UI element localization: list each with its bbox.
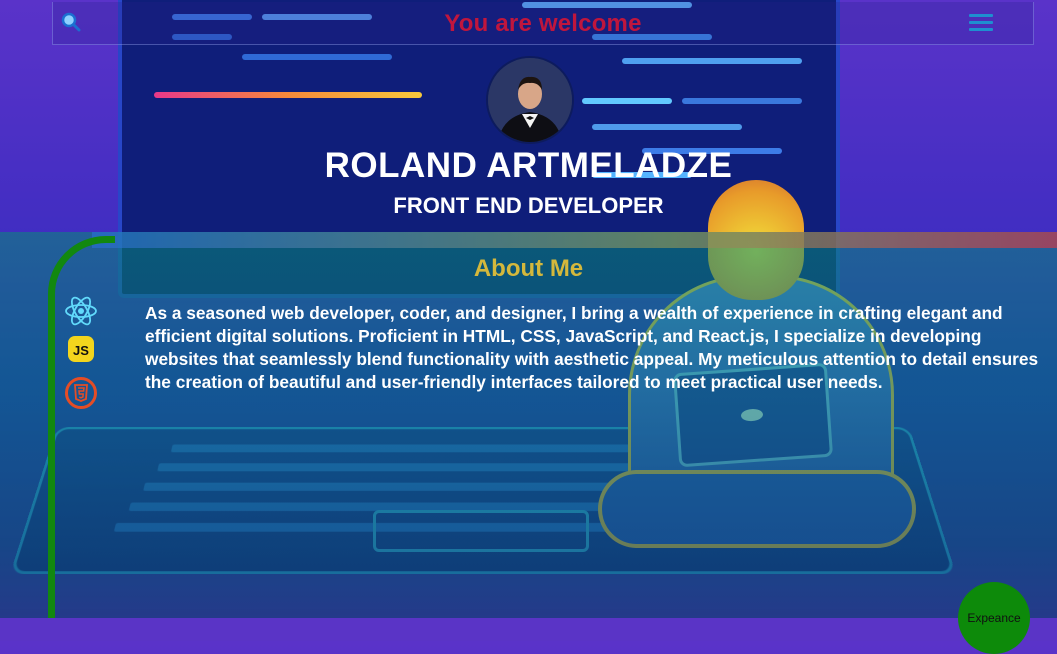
about-section-top-bar (92, 232, 1057, 248)
about-title: About Me (473, 255, 584, 282)
javascript-icon: JS (68, 336, 94, 362)
about-description: As a seasoned web developer, coder, and … (145, 303, 1039, 392)
welcome-heading: You are welcome (444, 10, 642, 37)
hamburger-menu-icon[interactable] (969, 12, 993, 34)
developer-name: ROLAND ARTMELADZE (324, 146, 733, 185)
footer-strip (0, 618, 1057, 641)
top-header: You are welcome (52, 2, 1034, 45)
about-section-background (0, 232, 1057, 618)
experience-button[interactable]: Expeance (958, 582, 1030, 654)
developer-role: FRONT END DEVELOPER (393, 193, 664, 218)
html5-icon (64, 376, 98, 410)
avatar (486, 56, 574, 144)
react-icon (64, 294, 98, 328)
